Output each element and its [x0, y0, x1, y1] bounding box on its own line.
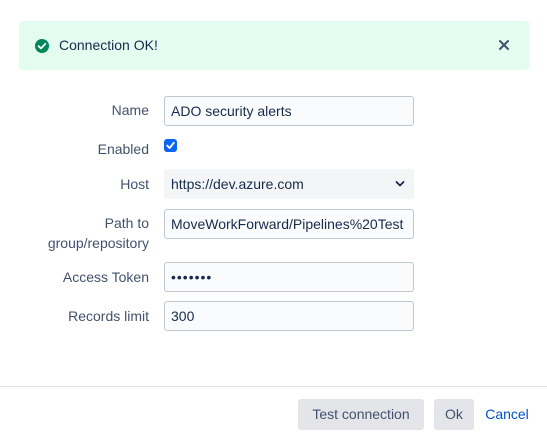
close-icon[interactable] [497, 38, 511, 52]
ok-button[interactable]: Ok [434, 399, 474, 430]
checkmark-icon [166, 141, 175, 149]
success-alert: Connection OK! [19, 21, 529, 70]
footer-divider [0, 386, 547, 387]
token-label: Access Token [62, 269, 149, 285]
token-input[interactable]: ••••••• [164, 262, 414, 292]
path-input[interactable] [164, 209, 414, 239]
host-label: Host [120, 176, 149, 192]
records-label: Records limit [68, 308, 149, 324]
chevron-down-icon [395, 181, 405, 187]
cancel-button[interactable]: Cancel [480, 399, 534, 430]
check-circle-icon [35, 39, 49, 53]
name-input[interactable] [164, 96, 414, 126]
enabled-label: Enabled [97, 141, 149, 157]
alert-message: Connection OK! [59, 37, 158, 53]
host-selected-value: https://dev.azure.com [171, 176, 304, 192]
path-label-line1: Path to [104, 215, 149, 231]
enabled-checkbox[interactable] [164, 139, 177, 152]
test-connection-button[interactable]: Test connection [298, 399, 424, 430]
name-label: Name [111, 102, 149, 118]
host-select[interactable]: https://dev.azure.com [164, 169, 414, 199]
path-label-line2: group/repository [47, 235, 149, 251]
records-input[interactable] [164, 301, 414, 331]
